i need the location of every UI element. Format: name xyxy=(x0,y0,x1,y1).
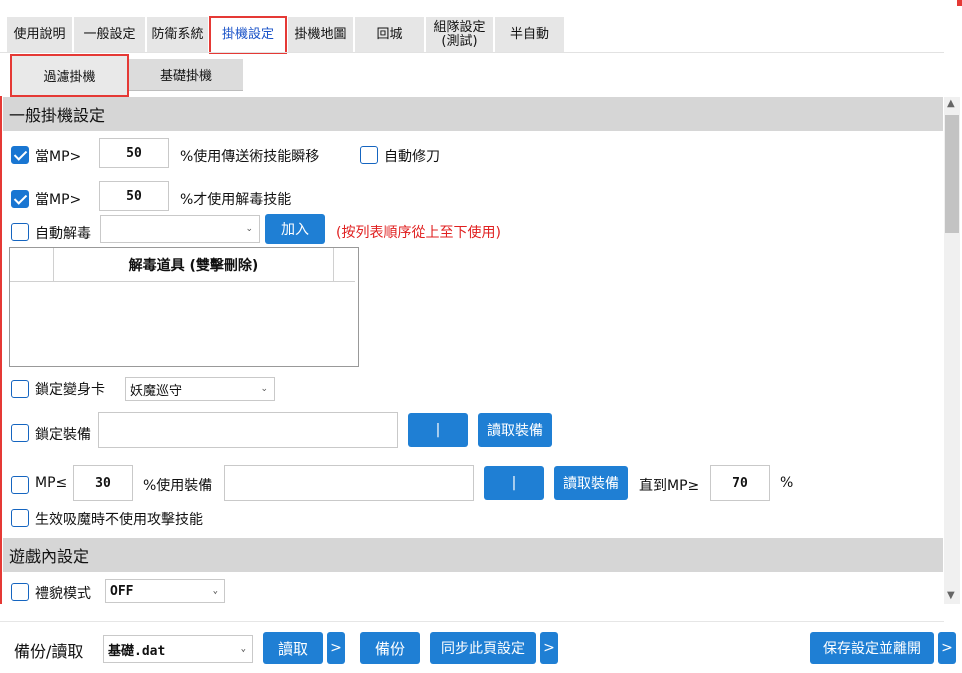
mp-equip-input[interactable]: 30 xyxy=(73,465,133,501)
no-attack-label: 生效吸魔時不使用攻擊技能 xyxy=(35,512,203,528)
tab-semi-auto[interactable]: 半自動 xyxy=(495,17,565,53)
save-arrow-button[interactable]: > xyxy=(938,632,956,664)
no-attack-checkbox[interactable] xyxy=(11,509,29,527)
section-general-afk: 一般掛機設定 xyxy=(3,97,943,131)
chevron-down-icon: ⌄ xyxy=(212,586,218,596)
scroll-down-icon[interactable]: ▼ xyxy=(947,590,955,601)
mp-equip-checkbox[interactable] xyxy=(11,476,29,494)
section-in-game: 遊戲內設定 xyxy=(3,538,943,572)
auto-cure-checkbox[interactable] xyxy=(11,223,29,241)
backup-button[interactable]: 備份 xyxy=(360,632,420,664)
auto-cure-add-button[interactable]: 加入 xyxy=(265,214,325,244)
mp-equip-read-button[interactable]: 讀取裝備 xyxy=(554,466,628,500)
mp-equip-mid: %使用裝備 xyxy=(143,478,213,494)
auto-cure-label: 自動解毒 xyxy=(35,226,91,242)
tab-usage[interactable]: 使用說明 xyxy=(7,17,73,53)
mp-teleport-checkbox[interactable] xyxy=(11,146,29,164)
auto-repair-label: 自動修刀 xyxy=(384,149,440,165)
lock-equip-checkbox[interactable] xyxy=(11,424,29,442)
mp-cure-suffix: %才使用解毒技能 xyxy=(180,192,292,208)
lock-poly-select[interactable]: 妖魔巡守 ⌄ xyxy=(125,377,275,401)
backup-file-select[interactable]: 基礎.dat ⌄ xyxy=(103,635,253,663)
table-header-index xyxy=(10,248,54,282)
auto-cure-select[interactable]: ⌄ xyxy=(100,215,260,243)
courtesy-select[interactable]: OFF ⌄ xyxy=(105,579,225,603)
subtab-filter-afk[interactable]: 過濾掛機 xyxy=(10,54,129,97)
lock-poly-select-value: 妖魔巡守 xyxy=(130,383,183,399)
chevron-down-icon: ⌄ xyxy=(260,384,268,394)
save-and-exit-button[interactable]: 保存設定並離開 xyxy=(810,632,934,664)
backup-file-value: 基礎.dat xyxy=(108,643,166,659)
table-header: 解毒道具 (雙擊刪除) xyxy=(10,248,355,282)
mp-equip-unit: % xyxy=(780,475,794,491)
mp-equip-prefix: MP≤ xyxy=(35,475,68,491)
cure-items-table[interactable]: 解毒道具 (雙擊刪除) xyxy=(9,247,359,367)
lock-equip-input[interactable] xyxy=(98,412,398,448)
tab-afk-map[interactable]: 掛機地圖 xyxy=(288,17,354,53)
scroll-up-icon[interactable]: ▲ xyxy=(947,98,955,109)
tab-divider xyxy=(0,52,944,53)
mp-equip-bar-button[interactable]: | xyxy=(484,466,544,500)
courtesy-checkbox[interactable] xyxy=(11,583,29,601)
lock-poly-label: 鎖定變身卡 xyxy=(35,382,105,398)
sync-arrow-button[interactable]: > xyxy=(540,632,558,664)
read-button[interactable]: 讀取 xyxy=(263,632,323,664)
sync-page-button[interactable]: 同步此頁設定 xyxy=(430,632,536,664)
lock-equip-read-button[interactable]: 讀取裝備 xyxy=(478,413,552,447)
lock-poly-checkbox[interactable] xyxy=(11,380,29,398)
mp-equip-until-label: 直到MP≥ xyxy=(639,478,700,494)
scrollbar-thumb[interactable] xyxy=(945,115,959,233)
auto-repair-checkbox[interactable] xyxy=(360,146,378,164)
tab-defense[interactable]: 防衛系統 xyxy=(147,17,209,53)
mp-cure-input[interactable]: 50 xyxy=(99,181,169,211)
chevron-down-icon: ⌄ xyxy=(240,644,246,654)
courtesy-label: 禮貌模式 xyxy=(35,586,91,602)
read-arrow-button[interactable]: > xyxy=(327,632,345,664)
section-title: 遊戲內設定 xyxy=(9,547,90,566)
mp-cure-prefix: 當MP> xyxy=(35,192,82,208)
mp-teleport-input[interactable]: 50 xyxy=(99,138,169,168)
courtesy-select-value: OFF xyxy=(110,583,134,599)
panel-left-border xyxy=(0,96,2,604)
window-edge-marker xyxy=(957,0,962,6)
subtab-basic-afk[interactable]: 基礎掛機 xyxy=(129,59,243,91)
section-title: 一般掛機設定 xyxy=(9,106,106,125)
lock-equip-bar-button[interactable]: | xyxy=(408,413,468,447)
mp-cure-checkbox[interactable] xyxy=(11,190,29,208)
tab-general[interactable]: 一般設定 xyxy=(74,17,146,53)
mp-equip-until-input[interactable]: 70 xyxy=(710,465,770,501)
mp-teleport-prefix: 當MP> xyxy=(35,149,82,165)
tab-return-town[interactable]: 回城 xyxy=(355,17,425,53)
chevron-down-icon: ⌄ xyxy=(245,224,253,234)
table-header-cure-items: 解毒道具 (雙擊刪除) xyxy=(54,248,334,282)
tab-afk-settings[interactable]: 掛機設定 xyxy=(209,16,287,54)
tab-party[interactable]: 組隊設定 (測試) xyxy=(426,17,494,53)
auto-cure-hint: (按列表順序從上至下使用) xyxy=(336,225,501,241)
backup-read-label: 備份/讀取 xyxy=(14,642,84,661)
footer-divider xyxy=(0,621,944,622)
mp-teleport-suffix: %使用傳送術技能瞬移 xyxy=(180,149,320,165)
mp-equip-item-input[interactable] xyxy=(224,465,474,501)
lock-equip-label: 鎖定裝備 xyxy=(35,427,91,443)
